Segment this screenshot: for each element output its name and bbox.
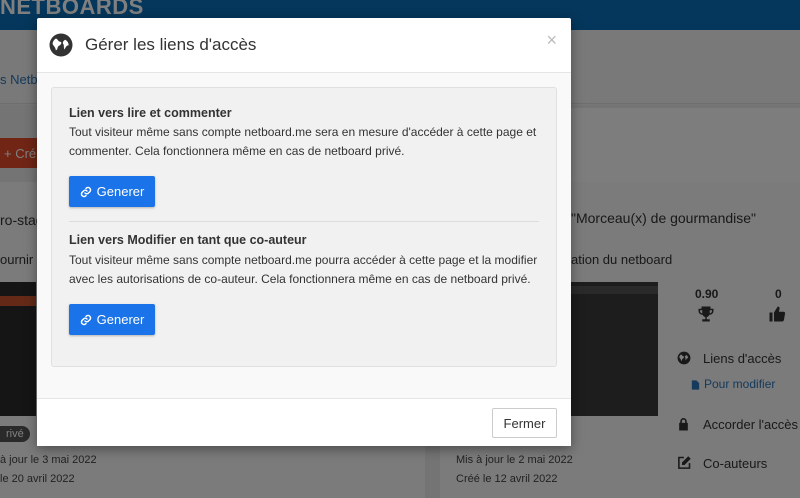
globe-icon xyxy=(49,33,73,57)
generate-read-link-button[interactable]: Generer xyxy=(69,176,155,207)
links-panel: Lien vers lire et commenter Tout visiteu… xyxy=(51,87,557,367)
generate-edit-link-label: Generer xyxy=(96,312,145,327)
modal-header: Gérer les liens d'accès × xyxy=(37,18,571,73)
link-icon xyxy=(80,186,91,197)
edit-link-title: Lien vers Modifier en tant que co-auteur xyxy=(69,233,307,247)
read-link-description: Tout visiteur même sans compte netboard.… xyxy=(69,125,537,158)
edit-link-description: Tout visiteur même sans compte netboard.… xyxy=(69,253,538,286)
section-divider xyxy=(69,221,539,222)
generate-edit-link-button[interactable]: Generer xyxy=(69,304,155,335)
close-icon[interactable]: × xyxy=(546,31,557,49)
access-links-modal: Gérer les liens d'accès × Lien vers lire… xyxy=(37,18,571,446)
link-icon xyxy=(80,314,91,325)
close-modal-button[interactable]: Fermer xyxy=(492,408,557,438)
generate-read-link-label: Generer xyxy=(96,184,145,199)
modal-footer: Fermer xyxy=(37,398,571,446)
read-link-title: Lien vers lire et commenter xyxy=(69,106,232,120)
modal-title: Gérer les liens d'accès xyxy=(85,35,257,54)
modal-body: Lien vers lire et commenter Tout visiteu… xyxy=(37,73,571,398)
